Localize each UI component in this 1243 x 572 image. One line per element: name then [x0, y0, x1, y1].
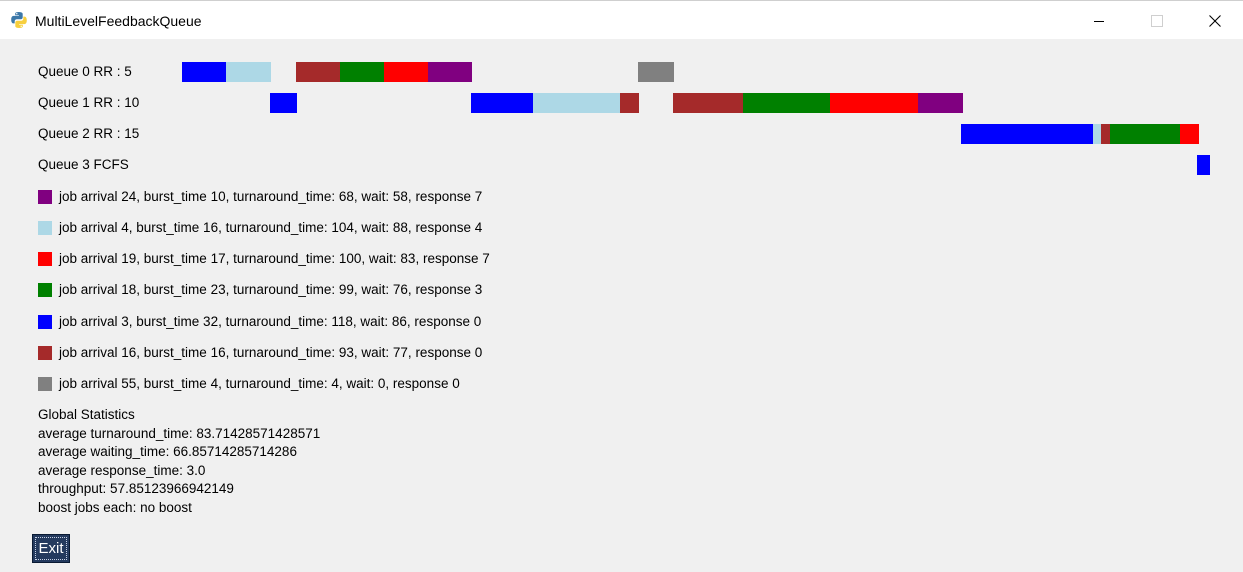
color-swatch	[38, 377, 52, 391]
boost-setting: boost jobs each: no boost	[38, 499, 192, 515]
queue-0-slot-job-arrival-24	[428, 62, 472, 82]
queue-0-label: Queue 0 RR : 5	[38, 64, 132, 79]
queue-1-slot-job-arrival-19	[830, 93, 918, 113]
job-legend-item: job arrival 3, burst_time 32, turnaround…	[38, 313, 481, 331]
queue-1-label: Queue 1 RR : 10	[38, 95, 140, 110]
queue-2-slot-job-arrival-4	[1093, 124, 1101, 144]
queue-2-slot-job-arrival-3	[961, 124, 1093, 144]
queue-1-slot-job-arrival-3	[270, 93, 297, 113]
job-stats-text: job arrival 16, burst_time 16, turnaroun…	[59, 345, 483, 360]
minimize-button[interactable]	[1070, 2, 1128, 39]
job-stats-text: job arrival 4, burst_time 16, turnaround…	[59, 220, 483, 235]
title-bar: MultiLevelFeedbackQueue	[0, 0, 1243, 39]
queue-0-slot-job-arrival-55	[638, 62, 674, 82]
job-stats-text: job arrival 3, burst_time 32, turnaround…	[59, 314, 482, 329]
exit-button[interactable]: Exit	[32, 534, 70, 563]
job-stats-text: job arrival 24, burst_time 10, turnaroun…	[59, 189, 483, 204]
maximize-icon	[1151, 14, 1163, 27]
average-turnaround-time: average turnaround_time: 83.714285714285…	[38, 425, 321, 441]
queue-1-slot-job-arrival-16	[673, 93, 743, 113]
queue-3-slot-job-arrival-3	[1197, 155, 1210, 175]
stats-heading: Global Statistics	[38, 407, 135, 422]
color-swatch	[38, 346, 52, 360]
color-swatch	[38, 315, 52, 329]
queue-1-slot-job-arrival-24	[918, 93, 963, 113]
job-legend-item: job arrival 16, burst_time 16, turnaroun…	[38, 344, 482, 362]
queue-1-slot-job-arrival-16	[620, 93, 639, 113]
maximize-button[interactable]	[1128, 2, 1186, 39]
global-statistics: Global Statistics average turnaround_tim…	[38, 406, 320, 518]
color-swatch	[38, 190, 52, 204]
job-legend-item: job arrival 24, burst_time 10, turnaroun…	[38, 188, 482, 206]
queue-1-slot-job-arrival-3	[471, 93, 533, 113]
average-waiting-time: average waiting_time: 66.85714285714286	[38, 444, 297, 460]
average-response-time: average response_time: 3.0	[38, 462, 206, 478]
job-stats-text: job arrival 18, burst_time 23, turnaroun…	[59, 282, 483, 297]
queue-1-slot-job-arrival-18	[743, 93, 830, 113]
color-swatch	[38, 283, 52, 297]
queue-0-slot-job-arrival-19	[384, 62, 428, 82]
queue-2-slot-job-arrival-19	[1180, 124, 1199, 144]
focus-ring	[35, 537, 67, 560]
throughput: throughput: 57.85123966942149	[38, 481, 234, 497]
queue-0-slot-job-arrival-4	[226, 62, 271, 82]
window-title: MultiLevelFeedbackQueue	[35, 13, 202, 29]
client-area: Queue 0 RR : 5 Queue 1 RR : 10 Queue 2 R…	[0, 39, 1243, 572]
job-legend-item: job arrival 55, burst_time 4, turnaround…	[38, 375, 460, 393]
queue-0-slot-job-arrival-18	[340, 62, 384, 82]
color-swatch	[38, 221, 52, 235]
queue-0-slot-job-arrival-3	[182, 62, 226, 82]
queue-3-label: Queue 3 FCFS	[38, 157, 129, 172]
queue-2-slot-job-arrival-16	[1101, 124, 1110, 144]
queue-1-slot-job-arrival-4	[533, 93, 620, 113]
close-button[interactable]	[1186, 2, 1243, 39]
job-stats-text: job arrival 19, burst_time 17, turnaroun…	[59, 251, 490, 266]
job-stats-text: job arrival 55, burst_time 4, turnaround…	[59, 376, 460, 391]
queue-2-slot-job-arrival-18	[1110, 124, 1180, 144]
python-icon	[11, 12, 27, 28]
queue-0-slot-job-arrival-16	[296, 62, 340, 82]
job-legend-item: job arrival 4, burst_time 16, turnaround…	[38, 219, 482, 237]
job-legend-item: job arrival 18, burst_time 23, turnaroun…	[38, 281, 482, 299]
minimize-icon	[1094, 20, 1104, 22]
queue-2-label: Queue 2 RR : 15	[38, 126, 140, 141]
close-icon	[1209, 14, 1221, 27]
job-legend-item: job arrival 19, burst_time 17, turnaroun…	[38, 250, 490, 268]
color-swatch	[38, 252, 52, 266]
